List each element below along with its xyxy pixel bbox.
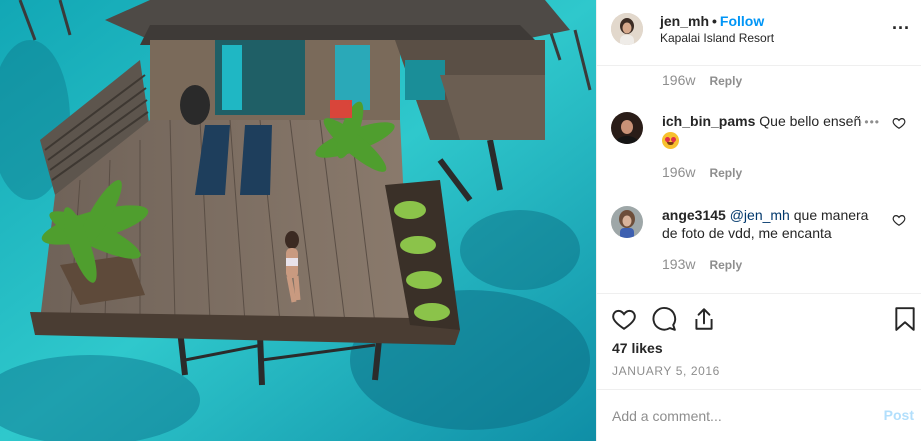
like-comment-heart-icon[interactable] xyxy=(892,213,906,227)
likes-count[interactable]: 47 likes xyxy=(612,340,663,356)
list-item: ange3145 @jen_mh que manera de foto de v… xyxy=(597,206,921,286)
comment-time[interactable]: 193w xyxy=(662,256,695,272)
comment-time[interactable]: 196w xyxy=(662,72,695,88)
post-photo[interactable] xyxy=(0,0,596,441)
share-icon[interactable] xyxy=(691,306,717,332)
commenter-username[interactable]: ich_bin_pams xyxy=(662,113,755,129)
comment-options-icon[interactable]: ••• xyxy=(864,115,880,129)
author-avatar[interactable] xyxy=(611,13,643,45)
comment-text: ich_bin_pams Que bello enseño xyxy=(662,112,862,130)
post-header: jen_mh • Follow Kapalai Island Resort ... xyxy=(597,0,921,66)
comment-input[interactable] xyxy=(612,406,862,426)
reply-button[interactable]: Reply xyxy=(709,166,742,180)
comment-icon[interactable] xyxy=(651,306,677,332)
resort-deck-photo xyxy=(0,0,596,441)
post-sidebar: jen_mh • Follow Kapalai Island Resort ... … xyxy=(596,0,921,441)
commenter-username[interactable]: ange3145 xyxy=(662,207,726,223)
author-line: jen_mh • Follow xyxy=(660,13,764,29)
comment-body: Que bello enseño xyxy=(759,113,862,129)
list-item: ich_bin_pams Que bello enseño ••• 196w Re… xyxy=(597,112,921,192)
follow-button[interactable]: Follow xyxy=(720,13,764,29)
post-date: JANUARY 5, 2016 xyxy=(612,364,720,378)
comment-meta: 196w Reply xyxy=(662,72,742,88)
like-comment-heart-icon[interactable] xyxy=(892,116,906,130)
commenter-avatar[interactable] xyxy=(611,112,643,144)
author-username[interactable]: jen_mh xyxy=(660,13,709,29)
comment-emoji-line xyxy=(662,132,679,151)
comment-text: ange3145 @jen_mh que manera de foto de v… xyxy=(662,206,872,242)
more-options-icon[interactable]: ... xyxy=(892,14,914,32)
comment-meta: 193w Reply xyxy=(662,256,742,272)
bookmark-icon[interactable] xyxy=(892,306,918,332)
heart-icon[interactable] xyxy=(611,306,637,332)
separator-dot: • xyxy=(712,13,717,29)
comments-list[interactable]: 196w Reply ich_bin_pams Que bello enseño … xyxy=(597,67,921,293)
reply-button[interactable]: Reply xyxy=(709,74,742,88)
commenter-avatar[interactable] xyxy=(611,206,643,238)
reply-button[interactable]: Reply xyxy=(709,258,742,272)
post-actions: 47 likes JANUARY 5, 2016 xyxy=(597,293,921,389)
post-location[interactable]: Kapalai Island Resort xyxy=(660,31,774,45)
add-comment-bar: Post xyxy=(597,389,921,441)
comment-meta: 196w Reply xyxy=(662,164,742,180)
comment-mention[interactable]: @jen_mh xyxy=(730,207,790,223)
post-comment-button[interactable]: Post xyxy=(884,407,914,423)
comment-time[interactable]: 196w xyxy=(662,164,695,180)
heart-eyes-emoji xyxy=(662,132,679,149)
